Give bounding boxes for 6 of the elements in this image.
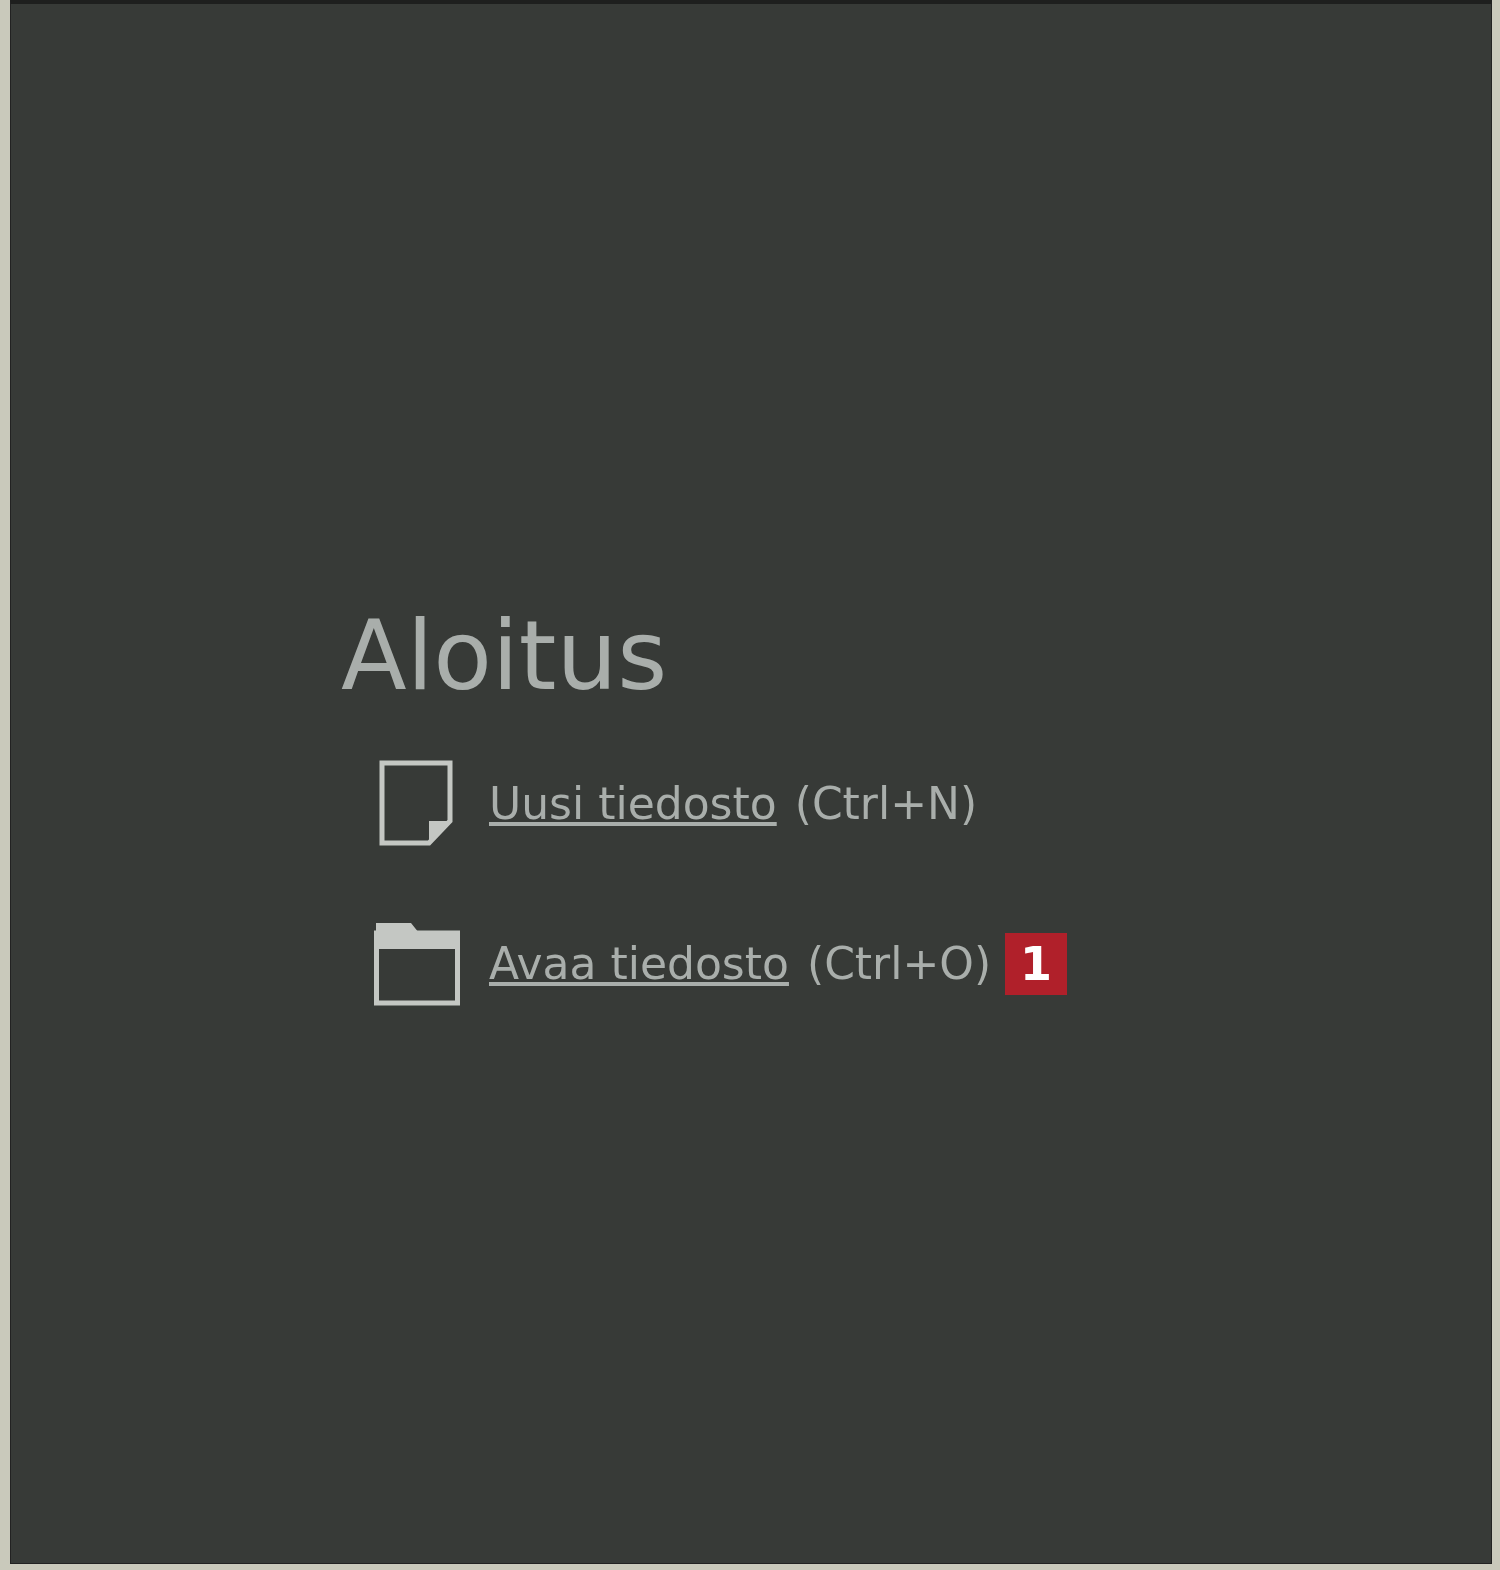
action-link[interactable]: Avaa tiedosto (489, 938, 789, 990)
action-link[interactable]: Uusi tiedosto (489, 778, 777, 830)
number-badge: 1 (1005, 932, 1068, 995)
shortcut-label: (Ctrl+N) (794, 778, 978, 830)
start-title: Aloitus (341, 604, 669, 710)
shortcut-label: (Ctrl+O) (806, 938, 992, 990)
